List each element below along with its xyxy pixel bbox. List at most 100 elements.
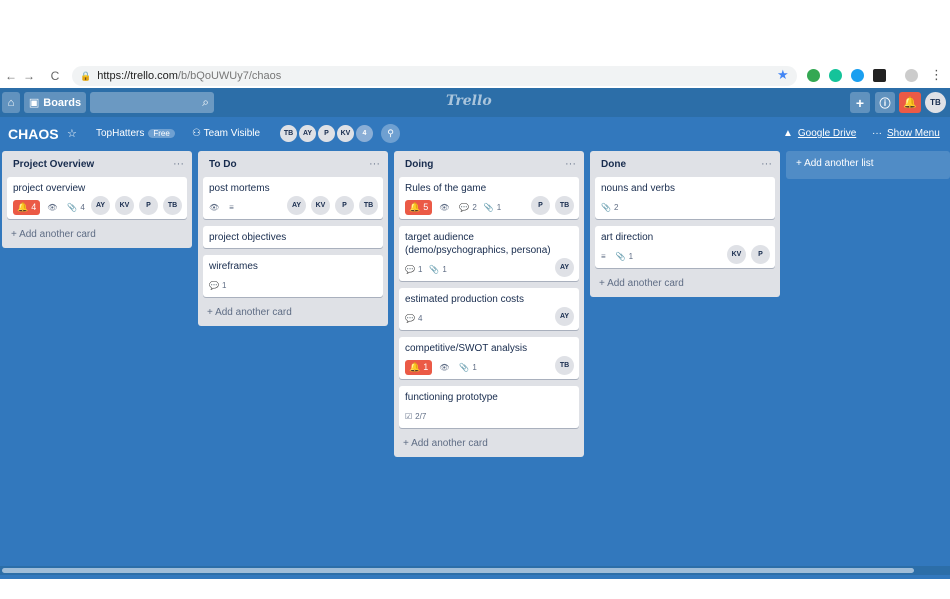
info-button[interactable]: ⓘ xyxy=(875,92,895,113)
member-avatar[interactable]: KV xyxy=(727,245,746,264)
list-title[interactable]: Project Overview xyxy=(13,159,94,170)
due-badge: 🔔 1 xyxy=(405,359,433,375)
star-board-icon[interactable]: ☆ xyxy=(67,127,77,140)
list-menu-icon[interactable]: ··· xyxy=(565,158,576,170)
card-title: estimated production costs xyxy=(405,294,524,305)
card-members: AY KV P TB xyxy=(282,196,378,215)
browser-menu-icon[interactable]: ⋮ xyxy=(930,67,943,83)
google-drive-link[interactable]: ▲ Google Drive xyxy=(783,128,856,139)
create-button[interactable]: + xyxy=(850,92,870,113)
list-menu-icon[interactable]: ··· xyxy=(369,158,380,170)
list-header[interactable]: To Do ··· xyxy=(198,151,388,177)
comments-badge: 💬 1 xyxy=(405,265,422,274)
home-button[interactable]: ⌂ xyxy=(2,92,20,113)
member-avatar[interactable]: KV xyxy=(311,196,330,215)
attachment-icon: 📎 xyxy=(429,264,440,274)
forward-icon[interactable]: → xyxy=(22,69,36,83)
member-avatar[interactable]: AY xyxy=(287,196,306,215)
member-avatar[interactable]: P xyxy=(139,196,158,215)
member-avatar[interactable]: P xyxy=(751,245,770,264)
card[interactable]: competitive/SWOT analysis 🔔 1 👁 📎 1 TB xyxy=(399,337,579,379)
extension-icon-1[interactable] xyxy=(807,69,820,82)
card[interactable]: functioning prototype ☑ 2/7 xyxy=(399,386,579,428)
card[interactable]: project overview 🔔 4 👁 📎 4 AY KV P TB xyxy=(7,177,187,219)
card[interactable]: wireframes 💬 1 xyxy=(203,255,383,297)
attachment-badge-value: 1 xyxy=(442,264,447,274)
watch-badge: 👁 xyxy=(47,203,60,212)
add-card-button[interactable]: + Add another card xyxy=(590,275,780,297)
member-avatar[interactable]: AY xyxy=(555,307,574,326)
member-avatar[interactable]: KV xyxy=(336,124,355,143)
more-icon: ··· xyxy=(872,128,882,139)
scrollbar-thumb[interactable] xyxy=(2,568,914,573)
checklist-badge: ☑ 2/7 xyxy=(405,412,426,421)
member-avatar[interactable]: AY xyxy=(298,124,317,143)
show-menu-button[interactable]: ··· Show Menu xyxy=(872,128,940,139)
list-title[interactable]: Done xyxy=(601,159,626,170)
card-title: nouns and verbs xyxy=(601,183,675,194)
plan-badge: Free xyxy=(148,129,175,138)
watch-icon: 👁 xyxy=(209,202,220,212)
card-badges: 💬 1 📎 1 xyxy=(405,261,573,277)
member-avatar[interactable]: KV xyxy=(115,196,134,215)
member-avatar[interactable]: TB xyxy=(359,196,378,215)
visibility-button[interactable]: ⚇ Team Visible xyxy=(192,128,260,139)
bell-icon: 🔔 xyxy=(903,97,917,109)
add-card-button[interactable]: + Add another card xyxy=(198,304,388,326)
show-menu-label: Show Menu xyxy=(887,128,940,139)
add-list-button[interactable]: + Add another list xyxy=(786,151,950,179)
card[interactable]: project objectives xyxy=(203,226,383,248)
extension-icon-2[interactable] xyxy=(829,69,842,82)
card[interactable]: nouns and verbs 📎 2 xyxy=(595,177,775,219)
member-avatar[interactable]: TB xyxy=(555,356,574,375)
boards-button[interactable]: ▣ Boards xyxy=(24,92,86,113)
member-avatar[interactable]: TB xyxy=(555,196,574,215)
list-header[interactable]: Done ··· xyxy=(590,151,780,177)
invite-member-button[interactable]: ⚲ xyxy=(381,124,400,143)
url-host: https://trello.com xyxy=(97,70,178,82)
member-count[interactable]: 4 xyxy=(355,124,374,143)
add-card-button[interactable]: + Add another card xyxy=(394,435,584,457)
member-avatar[interactable]: TB xyxy=(279,124,298,143)
team-link[interactable]: TopHatters Free xyxy=(96,128,175,139)
team-icon: ⚇ xyxy=(192,128,204,139)
board-title[interactable]: CHAOS xyxy=(8,126,59,142)
back-icon[interactable]: ← xyxy=(4,69,18,83)
comments-icon: 💬 xyxy=(459,202,470,212)
trello-logo[interactable]: Trello xyxy=(446,93,492,109)
card[interactable]: Rules of the game 🔔 5 👁 💬 2 📎 1 P TB xyxy=(399,177,579,219)
member-avatar[interactable]: AY xyxy=(91,196,110,215)
extension-icon-3[interactable] xyxy=(851,69,864,82)
notifications-button[interactable]: 🔔 xyxy=(899,92,921,113)
attachment-badge: 📎 1 xyxy=(459,363,476,372)
card[interactable]: post mortems 👁 ≡ AY KV P TB xyxy=(203,177,383,219)
search-icon: ⌕ xyxy=(202,95,209,109)
card[interactable]: art direction ≡ 📎 1 KV P xyxy=(595,226,775,268)
user-avatar[interactable]: TB xyxy=(925,92,946,113)
add-person-icon: ⚲ xyxy=(387,128,394,138)
list-menu-icon[interactable]: ··· xyxy=(761,158,772,170)
list-header[interactable]: Doing ··· xyxy=(394,151,584,177)
card[interactable]: target audience (demo/psychographics, pe… xyxy=(399,226,579,281)
horizontal-scrollbar[interactable] xyxy=(0,566,950,575)
reload-icon[interactable]: C xyxy=(48,69,62,83)
member-avatar[interactable]: AY xyxy=(555,258,574,277)
card[interactable]: estimated production costs 💬 4 AY xyxy=(399,288,579,330)
member-avatar[interactable]: P xyxy=(317,124,336,143)
member-avatar[interactable]: P xyxy=(531,196,550,215)
home-icon: ⌂ xyxy=(7,96,15,109)
address-bar[interactable]: 🔒 https://trello.com/b/bQoUWUy7/chaos xyxy=(72,66,797,86)
add-card-button[interactable]: + Add another card xyxy=(2,226,192,248)
extension-icon-4[interactable] xyxy=(873,69,886,82)
list-title[interactable]: Doing xyxy=(405,159,433,170)
list-title[interactable]: To Do xyxy=(209,159,237,170)
list-menu-icon[interactable]: ··· xyxy=(173,158,184,170)
member-avatar[interactable]: P xyxy=(335,196,354,215)
attachment-badge-value: 4 xyxy=(80,202,85,212)
bookmark-star-icon[interactable]: ★ xyxy=(777,67,789,83)
profile-icon[interactable] xyxy=(905,69,918,82)
list: Doing ··· Rules of the game 🔔 5 👁 💬 2 📎 1 P TB targe… xyxy=(394,151,584,457)
member-avatar[interactable]: TB xyxy=(163,196,182,215)
search-input[interactable]: ⌕ xyxy=(90,92,214,113)
list-header[interactable]: Project Overview ··· xyxy=(2,151,192,177)
